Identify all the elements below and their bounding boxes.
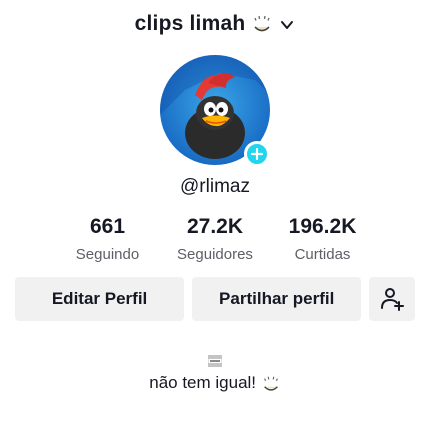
stat-value: 661 [89,215,126,238]
profile-header: clips limah [0,8,430,40]
stat-following[interactable]: 661 Seguindo [54,215,161,263]
stat-value: 196.2K [288,215,357,238]
avatar-container[interactable] [160,55,270,167]
stat-label: Seguidores [177,246,253,263]
bio-text: não tem igual! [149,373,257,392]
add-friend-button[interactable] [369,277,416,321]
username: @rlimaz [180,176,250,197]
profile-actions: Editar Perfil Partilhar perfil [15,277,416,321]
add-friend-icon [381,288,405,311]
profile-bio: não tem igual! [0,355,430,394]
stat-followers[interactable]: 27.2K Seguidores [162,215,269,263]
add-story-button[interactable] [244,141,270,167]
profile-stats: 661 Seguindo 27.2K Seguidores 196.2K Cur… [54,215,376,263]
chevron-down-icon[interactable] [279,17,295,33]
stat-label: Curtidas [294,246,351,263]
stat-likes[interactable]: 196.2K Curtidas [269,215,376,263]
edit-profile-button[interactable]: Editar Perfil [15,277,185,321]
plus-icon [251,148,263,160]
sparkle-face-emoji-icon [254,15,270,32]
sparkle-face-emoji-icon [263,376,278,391]
flag-icon [208,355,222,367]
stat-label: Seguindo [75,246,140,263]
stat-value: 27.2K [186,215,244,238]
profile-title[interactable]: clips limah [135,12,246,36]
share-profile-button[interactable]: Partilhar perfil [192,277,362,321]
